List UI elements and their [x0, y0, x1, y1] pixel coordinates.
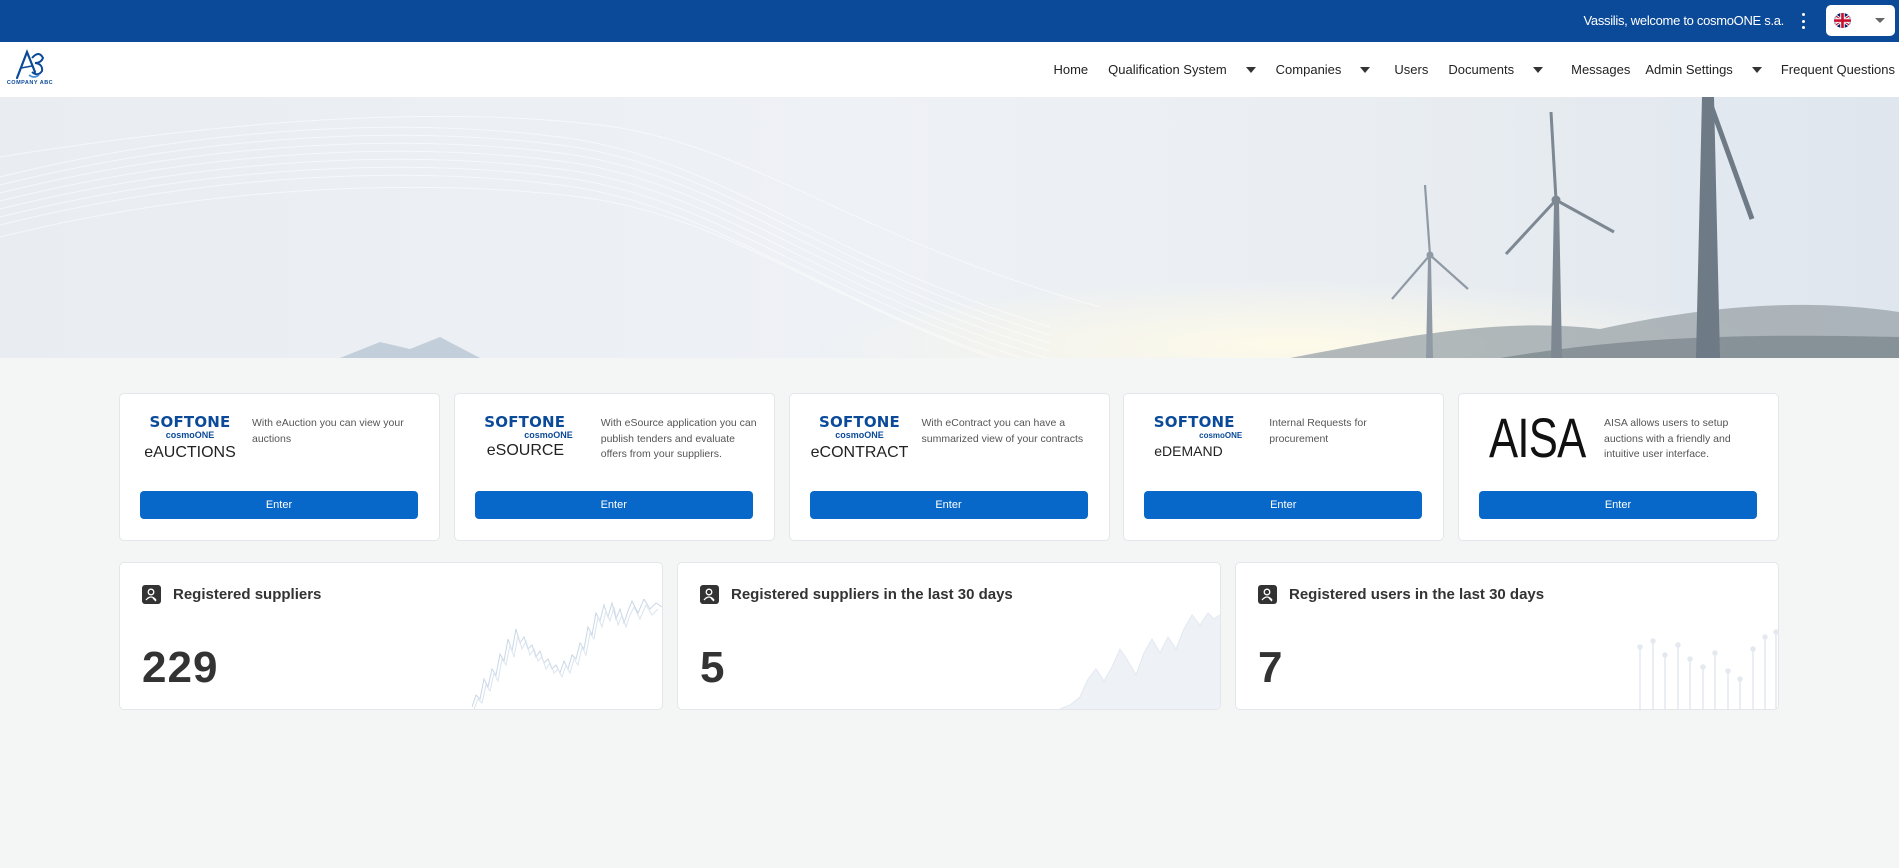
user-icon: [142, 585, 161, 604]
logo-text: COMPANY ABC: [6, 80, 54, 86]
applications-section: SOFTONE cosmoONE eAUCTIONS With eAuction…: [119, 393, 1779, 541]
caret-down-icon: [1751, 66, 1762, 73]
nav-menu: Home Qualification System Companies User…: [1033, 42, 1895, 97]
enter-edemand-button[interactable]: Enter: [1144, 491, 1423, 519]
caret-down-icon: [1245, 66, 1256, 73]
enter-aisa-button[interactable]: Enter: [1479, 491, 1757, 519]
user-icon: [700, 585, 719, 604]
econtract-logo: SOFTONE cosmoONE eCONTRACT: [810, 413, 909, 461]
company-logo[interactable]: COMPANY ABC: [5, 48, 55, 92]
app-card-eauctions: SOFTONE cosmoONE eAUCTIONS With eAuction…: [119, 393, 440, 541]
stat-card-suppliers-last-30-days: Registered suppliers in the last 30 days…: [677, 562, 1221, 710]
nav-item-users[interactable]: Users: [1394, 62, 1428, 77]
app-description: With eContract you can have a summarized…: [921, 417, 1084, 445]
esource-logo: SOFTONE cosmoONE eSOURCE: [484, 413, 573, 459]
caret-down-icon: [1533, 66, 1544, 73]
stat-value: 7: [1258, 643, 1284, 692]
uk-flag-icon: [1834, 13, 1851, 28]
stat-card-registered-suppliers: Registered suppliers 229: [119, 562, 663, 710]
user-icon: [1258, 585, 1277, 604]
nav-item-home[interactable]: Home: [1053, 62, 1088, 77]
stat-value: 229: [142, 643, 219, 692]
enter-econtract-button[interactable]: Enter: [809, 491, 1088, 519]
nav-item-messages[interactable]: Messages: [1571, 62, 1630, 77]
aisa-logo: AISA: [1489, 406, 1586, 469]
caret-down-icon: [1360, 66, 1371, 73]
language-selector[interactable]: [1826, 5, 1895, 36]
app-description: Internal Requests for procurement: [1269, 417, 1367, 445]
sparkline-decoration: [472, 599, 662, 709]
app-description: With eSource application you can publish…: [600, 417, 757, 460]
area-chart-decoration: [1060, 612, 1220, 709]
nav-item-frequent-questions[interactable]: Frequent Questions: [1781, 62, 1895, 77]
enter-esource-button[interactable]: Enter: [474, 491, 753, 519]
edemand-logo: SOFTONE cosmoONE eDEMAND: [1153, 413, 1243, 459]
wind-turbines-illustration: [0, 97, 1899, 358]
hero-banner: [0, 97, 1899, 358]
nav-item-companies[interactable]: Companies: [1276, 62, 1371, 77]
chevron-down-icon: [1875, 18, 1885, 23]
app-card-edemand: SOFTONE cosmoONE eDEMAND Internal Reques…: [1123, 393, 1445, 541]
stats-section: Registered suppliers 229 Registered supp…: [119, 562, 1779, 710]
app-description: With eAuction you can view your auctions: [252, 417, 404, 445]
welcome-message: Vassilis, welcome to cosmoONE s.a.: [1583, 13, 1784, 28]
app-card-esource: SOFTONE cosmoONE eSOURCE With eSource ap…: [453, 393, 775, 541]
stat-card-users-last-30-days: Registered users in the last 30 days 7: [1235, 562, 1779, 710]
enter-eauctions-button[interactable]: Enter: [140, 491, 418, 519]
lollipop-chart-decoration: [1637, 629, 1778, 709]
stat-title: Registered suppliers in the last 30 days: [731, 586, 1013, 603]
nav-item-documents[interactable]: Documents: [1448, 62, 1544, 77]
app-card-aisa: AISA AISA allows users to setup auctions…: [1458, 393, 1779, 541]
nav-item-admin-settings[interactable]: Admin Settings: [1645, 62, 1762, 77]
stat-value: 5: [700, 643, 726, 692]
app-card-econtract: SOFTONE cosmoONE eCONTRACT With eContrac…: [788, 393, 1110, 541]
eauctions-logo: SOFTONE cosmoONE eAUCTIONS: [144, 413, 236, 461]
main-navbar: COMPANY ABC Home Qualification System Co…: [0, 42, 1899, 97]
nav-item-qualification-system[interactable]: Qualification System: [1108, 62, 1256, 77]
top-bar: Vassilis, welcome to cosmoONE s.a.: [0, 0, 1899, 42]
stat-title: Registered users in the last 30 days: [1289, 586, 1545, 603]
more-options-icon[interactable]: [1796, 11, 1810, 31]
logo-mark-icon: [15, 48, 45, 80]
app-description: AISA allows users to setup auctions with…: [1604, 417, 1731, 460]
stat-title: Registered suppliers: [173, 586, 322, 603]
